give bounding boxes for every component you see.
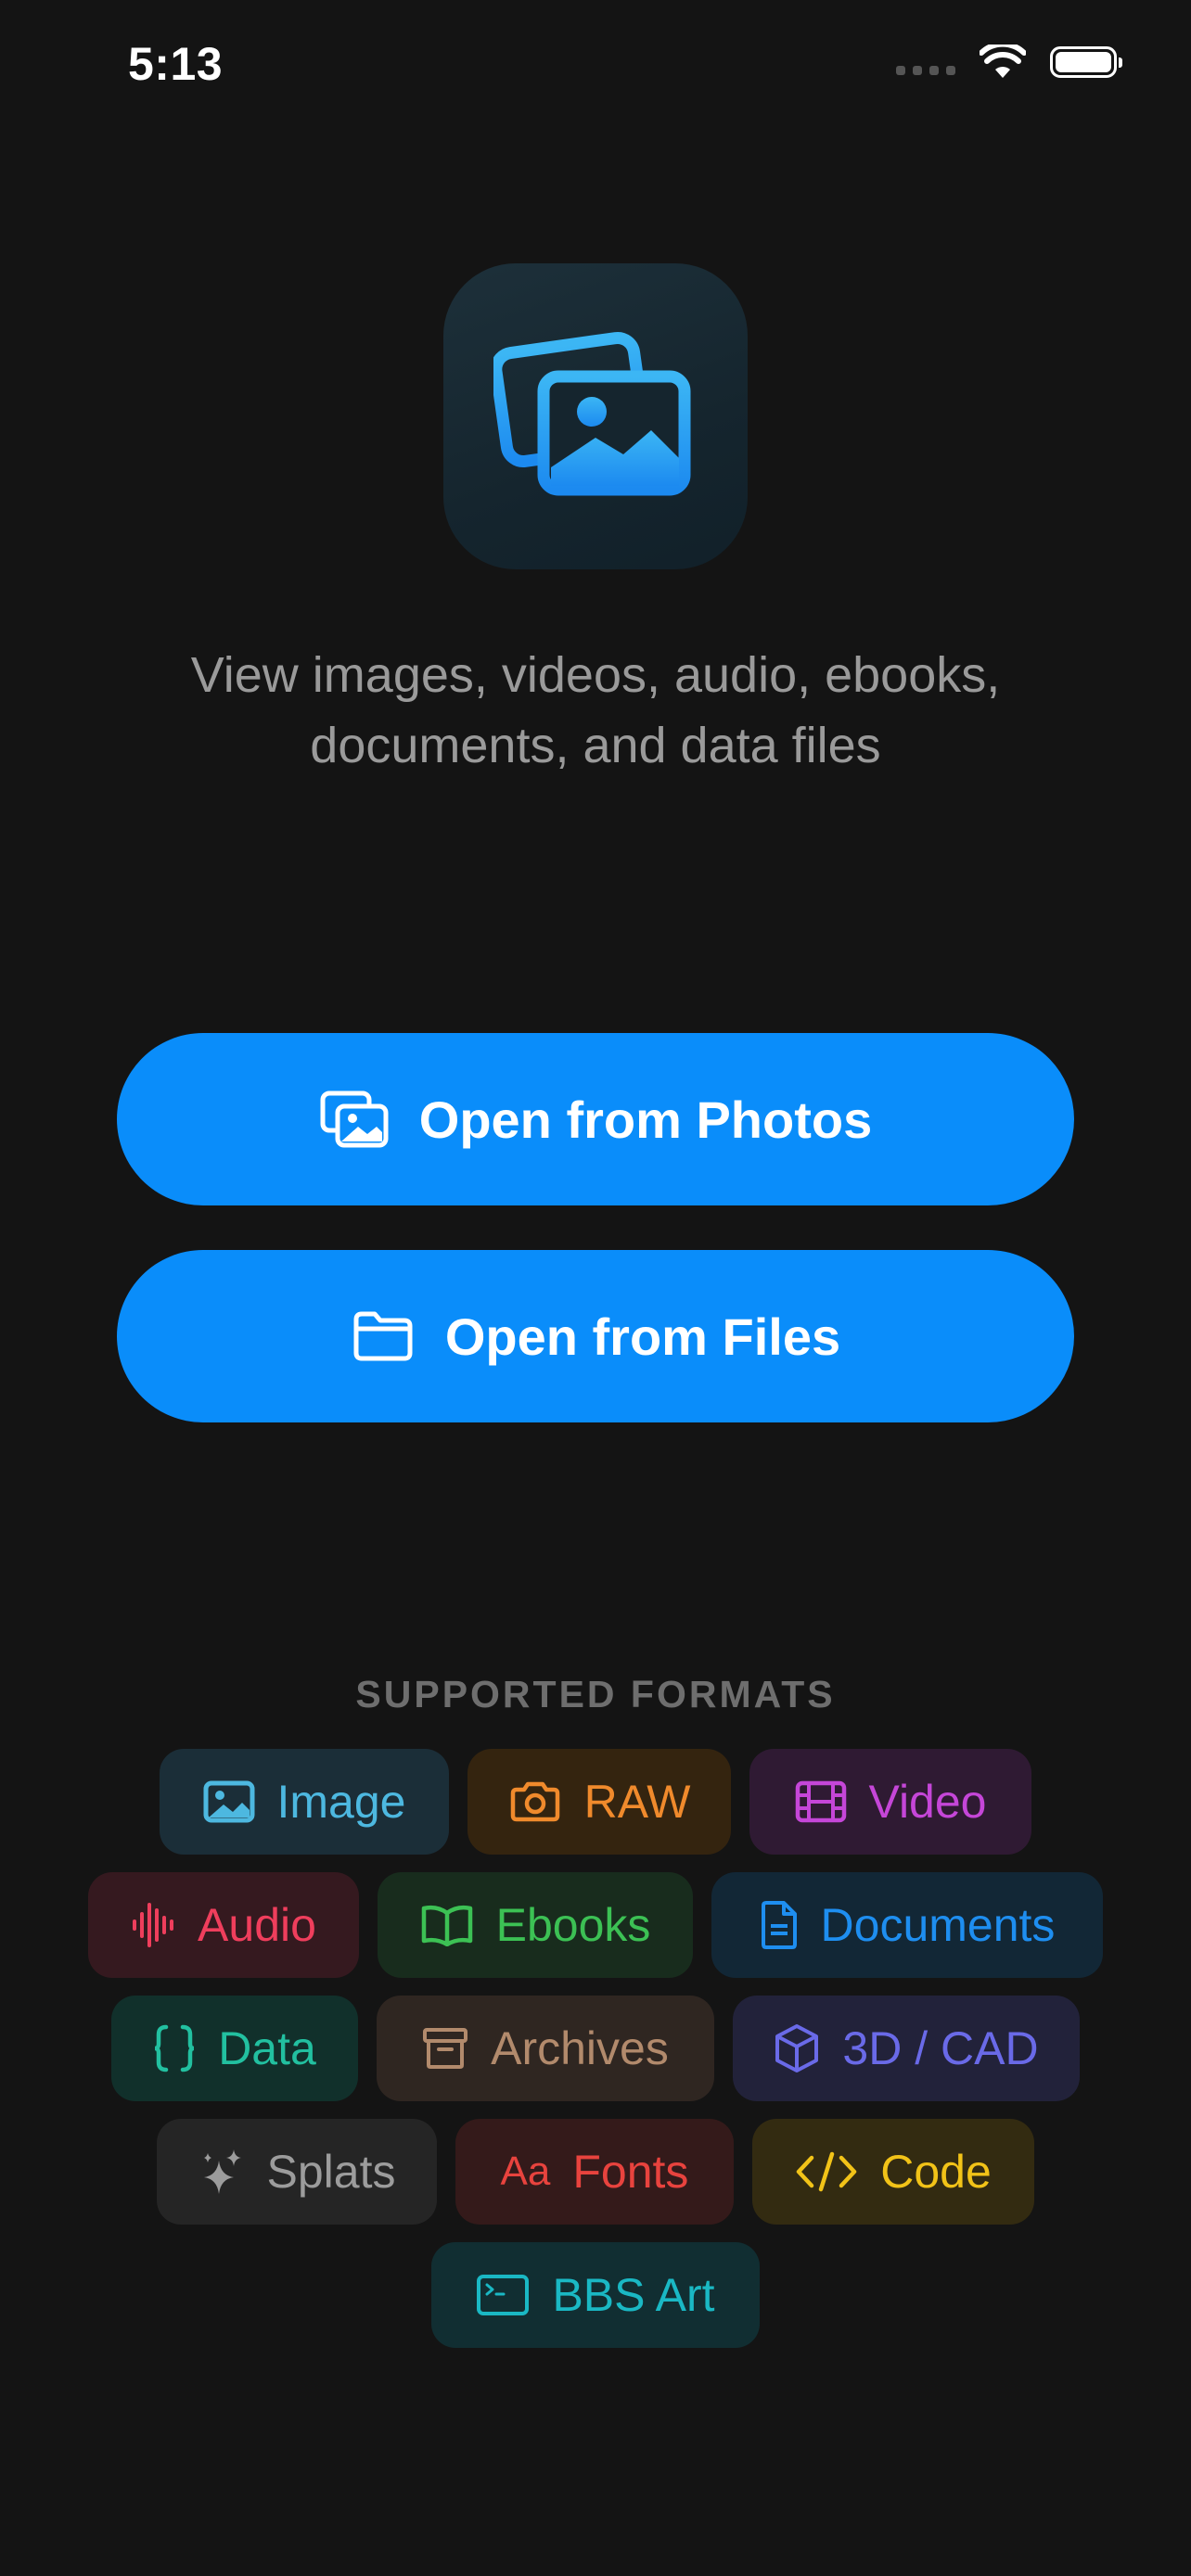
format-chip-label: Image — [276, 1776, 406, 1828]
format-chip-label: Splats — [266, 2146, 396, 2198]
text-aa-icon: Aa — [500, 2149, 551, 2194]
cellular-signal-icon — [896, 66, 955, 75]
supported-formats-heading: SUPPORTED FORMATS — [355, 1673, 836, 1715]
status-indicators — [896, 45, 1122, 80]
camera-icon — [510, 1781, 559, 1822]
image-icon — [203, 1780, 255, 1823]
open-from-files-button[interactable]: Open from Files — [117, 1250, 1074, 1422]
wifi-icon — [980, 45, 1026, 78]
format-chip-audio[interactable]: Audio — [88, 1872, 359, 1978]
open-from-photos-label: Open from Photos — [418, 1090, 873, 1149]
format-chip-archives[interactable]: Archives — [377, 1996, 714, 2101]
braces-icon — [155, 2024, 195, 2072]
archive-box-icon — [423, 2028, 468, 2069]
tagline-line-2: documents, and data files — [310, 718, 881, 773]
format-chip-bbs-art[interactable]: BBS Art — [431, 2242, 760, 2348]
format-chip-label: Ebooks — [495, 1899, 651, 1951]
format-chip-ebooks[interactable]: Ebooks — [378, 1872, 693, 1978]
formats-row: Audio Ebooks Documents — [0, 1872, 1191, 1978]
film-icon — [795, 1780, 846, 1823]
formats-row: Splats Aa Fonts Code — [0, 2119, 1191, 2225]
formats-row: Image RAW Video — [0, 1749, 1191, 1855]
format-chip-image[interactable]: Image — [160, 1749, 449, 1855]
format-chip-label: Archives — [491, 2022, 669, 2074]
document-icon — [761, 1901, 797, 1949]
format-chip-label: Audio — [198, 1899, 316, 1951]
format-chip-3d-cad[interactable]: 3D / CAD — [733, 1996, 1080, 2101]
format-chip-data[interactable]: Data — [111, 1996, 358, 2101]
format-chip-video[interactable]: Video — [749, 1749, 1031, 1855]
format-chip-raw[interactable]: RAW — [467, 1749, 731, 1855]
book-icon — [421, 1905, 472, 1946]
format-chip-code[interactable]: Code — [752, 2119, 1034, 2225]
status-time: 5:13 — [128, 38, 224, 90]
format-chip-label: Code — [880, 2146, 992, 2198]
tagline-line-1: View images, videos, audio, ebooks, — [190, 647, 1001, 703]
photos-icon — [320, 1090, 389, 1148]
folder-icon — [353, 1311, 413, 1361]
cube-icon — [775, 2024, 819, 2072]
format-chip-splats[interactable]: Splats — [157, 2119, 437, 2225]
app-logo — [443, 263, 748, 569]
format-chip-label: Video — [868, 1776, 987, 1828]
format-chip-label: Documents — [820, 1899, 1056, 1951]
formats-row: Data Archives 3D / CAD — [0, 1996, 1191, 2101]
format-chip-label: Data — [218, 2022, 316, 2074]
waveform-icon — [133, 1903, 174, 1947]
format-chip-label: BBS Art — [552, 2269, 715, 2321]
battery-icon — [1050, 46, 1122, 78]
formats-row: BBS Art — [0, 2242, 1191, 2348]
open-from-photos-button[interactable]: Open from Photos — [117, 1033, 1074, 1205]
sparkles-icon — [203, 2149, 241, 2194]
photos-stack-icon — [493, 331, 691, 496]
terminal-icon — [477, 2275, 530, 2315]
format-chip-label: 3D / CAD — [842, 2022, 1039, 2074]
format-chip-label: RAW — [583, 1776, 691, 1828]
format-chip-documents[interactable]: Documents — [711, 1872, 1103, 1978]
code-brackets-icon — [796, 2151, 857, 2192]
format-chip-label: Fonts — [572, 2146, 689, 2198]
format-chip-fonts[interactable]: Aa Fonts — [455, 2119, 734, 2225]
open-from-files-label: Open from Files — [444, 1307, 841, 1366]
tagline: View images, videos, audio, ebooks, docu… — [0, 640, 1191, 781]
